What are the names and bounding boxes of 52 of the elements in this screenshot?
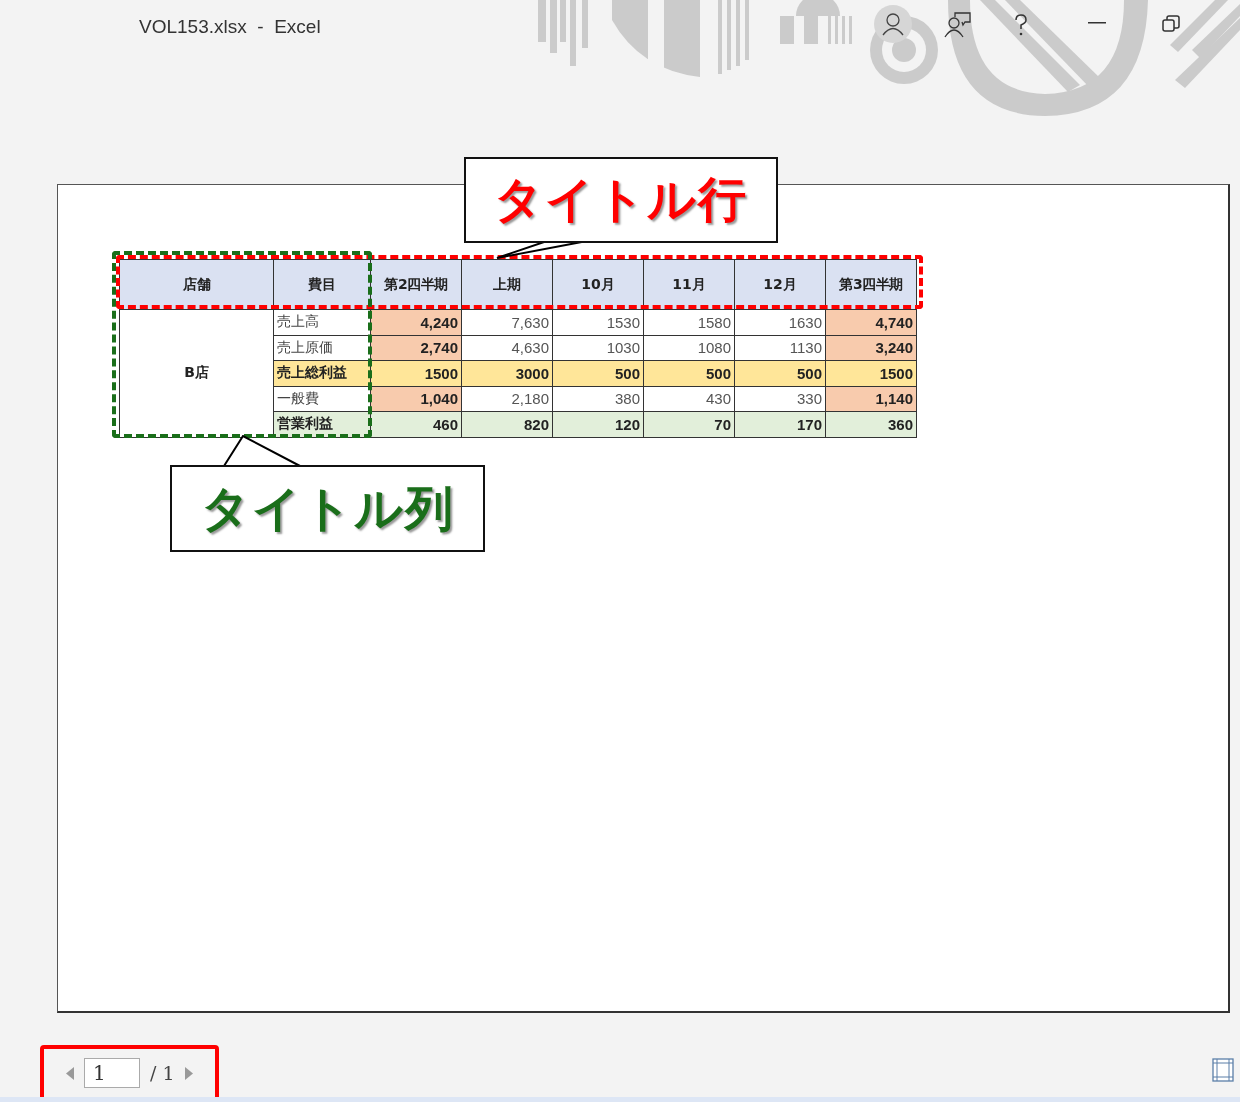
table-cell: 1080 <box>643 335 735 361</box>
help-icon[interactable] <box>1014 14 1028 36</box>
fit-page-icon[interactable] <box>1212 1058 1234 1082</box>
table-cell: 1,140 <box>825 386 917 412</box>
window-title: VOL153.xlsx - Excel <box>139 16 321 38</box>
table-cell: 1500 <box>370 360 462 386</box>
table-cell: 1130 <box>734 335 826 361</box>
table-cell: 460 <box>370 411 462 437</box>
table-cell: 1630 <box>734 309 826 335</box>
table-cell: 4,630 <box>461 335 553 361</box>
table-cell: 1030 <box>552 335 644 361</box>
restore-icon[interactable] <box>1162 15 1180 33</box>
column-header: 店舗 <box>119 259 274 310</box>
column-header: 第3四半期 <box>825 259 917 310</box>
minimize-icon[interactable] <box>1088 22 1106 24</box>
table-cell: 360 <box>825 411 917 437</box>
column-header: 12月 <box>734 259 826 310</box>
person-comment-icon[interactable] <box>944 12 974 38</box>
table-cell: 430 <box>643 386 735 412</box>
column-header: 第2四半期 <box>370 259 462 310</box>
table-cell: 3000 <box>461 360 553 386</box>
table-cell: 1500 <box>825 360 917 386</box>
table-cell: 2,180 <box>461 386 553 412</box>
table-cell: 120 <box>552 411 644 437</box>
table-cell: 4,740 <box>825 309 917 335</box>
next-page-icon[interactable] <box>184 1066 193 1080</box>
column-header: 費目 <box>273 259 371 310</box>
table-cell: 1530 <box>552 309 644 335</box>
table-cell: 4,240 <box>370 309 462 335</box>
column-header: 上期 <box>461 259 553 310</box>
table-cell: 3,240 <box>825 335 917 361</box>
account-icon[interactable] <box>874 5 912 43</box>
table-cell: 820 <box>461 411 553 437</box>
column-header: 10月 <box>552 259 644 310</box>
table-cell: 2,740 <box>370 335 462 361</box>
table-cell: 1,040 <box>370 386 462 412</box>
table-cell: 380 <box>552 386 644 412</box>
table-cell: 330 <box>734 386 826 412</box>
table-cell: 500 <box>734 360 826 386</box>
table-cell: 170 <box>734 411 826 437</box>
page-total: / 1 <box>150 1062 175 1084</box>
callout-text: タイトル行 <box>494 170 748 229</box>
previous-page-icon[interactable] <box>66 1066 74 1080</box>
table-cell: 1580 <box>643 309 735 335</box>
column-header: 11月 <box>643 259 735 310</box>
page-number-field[interactable]: 1 <box>84 1058 140 1088</box>
table-cell: 500 <box>643 360 735 386</box>
callout-text: タイトル列 <box>200 478 455 538</box>
table-cell: 70 <box>643 411 735 437</box>
table-cell: B店 <box>119 309 274 437</box>
table-cell: 500 <box>552 360 644 386</box>
table-cell: 7,630 <box>461 309 553 335</box>
